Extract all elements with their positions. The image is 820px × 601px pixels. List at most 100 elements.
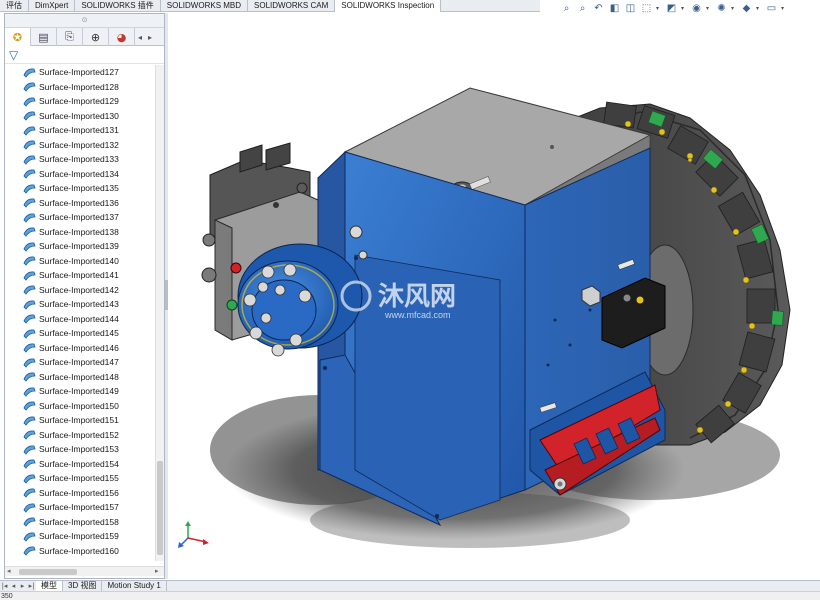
tree-item[interactable]: Surface-Imported157	[23, 500, 119, 514]
tree-item[interactable]: Surface-Imported127	[23, 65, 119, 79]
filter-row: ▽	[5, 46, 164, 64]
tree-item-label: Surface-Imported158	[39, 516, 119, 527]
tab-first-icon[interactable]: |◂	[0, 581, 9, 591]
tree-item-label: Surface-Imported153	[39, 444, 119, 454]
bottom-tab[interactable]: 模型	[36, 581, 63, 591]
edit-appearance-icon[interactable]: ✺	[715, 2, 728, 15]
tree-item[interactable]: Surface-Imported155	[23, 471, 119, 485]
tree-item[interactable]: Surface-Imported150	[23, 399, 119, 413]
tree-item[interactable]: Surface-Imported141	[23, 268, 119, 282]
tab-prev-icon[interactable]: ◂	[9, 581, 18, 591]
tree-item[interactable]: Surface-Imported138	[23, 225, 119, 239]
tree-item-label: Surface-Imported132	[39, 139, 119, 150]
tree-item[interactable]: Surface-Imported151	[23, 413, 119, 427]
zoom-to-fit-icon[interactable]: ⌕	[560, 2, 573, 15]
tree-item-label: Surface-Imported155	[39, 473, 119, 483]
dropdown-caret-icon[interactable]: ▾	[656, 5, 662, 12]
display-manager-tab[interactable]: ◕	[109, 28, 135, 46]
command-tab[interactable]: SOLIDWORKS Inspection	[335, 0, 442, 12]
command-tab[interactable]: SOLIDWORKS 插件	[75, 0, 161, 12]
property-manager-tab[interactable]: ▤	[31, 28, 57, 46]
tree-vertical-scrollbar[interactable]	[155, 65, 164, 561]
dynamic-annotation-icon[interactable]: ◫	[624, 2, 637, 15]
tree-item-label: Surface-Imported136	[39, 197, 119, 208]
tree-item[interactable]: Surface-Imported156	[23, 486, 119, 500]
imported-surface-icon	[23, 386, 36, 397]
tree-item[interactable]: Surface-Imported142	[23, 283, 119, 297]
tree-item[interactable]: Surface-Imported149	[23, 384, 119, 398]
tree-item[interactable]: Surface-Imported148	[23, 370, 119, 384]
command-tab[interactable]: 评估	[0, 0, 29, 12]
filter-icon[interactable]: ▽	[9, 48, 23, 62]
dropdown-caret-icon[interactable]: ▾	[756, 5, 762, 12]
section-view-icon[interactable]: ◧	[608, 2, 621, 15]
configuration-manager-tab[interactable]: ⎘	[57, 28, 83, 46]
tree-horizontal-scrollbar[interactable]: ◂ ▸	[5, 566, 164, 576]
status-bar: 350	[0, 591, 820, 600]
panel-grip[interactable]: ⊙	[5, 14, 164, 28]
tree-item[interactable]: Surface-Imported130	[23, 109, 119, 123]
view-settings-icon[interactable]: ▭	[765, 2, 778, 15]
tree-item[interactable]: Surface-Imported137	[23, 210, 119, 224]
bottom-tab[interactable]: 3D 视图	[63, 581, 103, 591]
tree-item-label: Surface-Imported159	[39, 531, 119, 541]
tab-last-icon[interactable]: ▸|	[27, 581, 36, 591]
imported-surface-icon	[23, 328, 36, 339]
graphics-viewport[interactable]: 沐风网 www.mfcad.com	[168, 14, 820, 580]
imported-surface-icon	[23, 111, 36, 121]
tree-item[interactable]: Surface-Imported140	[23, 254, 119, 268]
view-orientation-icon[interactable]: ⬚	[640, 2, 653, 15]
tree-item[interactable]: Surface-Imported134	[23, 167, 119, 181]
scroll-right-icon[interactable]: ▸	[155, 567, 159, 575]
tree-item[interactable]: Surface-Imported129	[23, 94, 119, 108]
bottom-tab[interactable]: Motion Study 1	[102, 581, 167, 591]
tree-vertical-scrollbar-thumb[interactable]	[157, 461, 163, 555]
tree-item[interactable]: Surface-Imported153	[23, 442, 119, 456]
panel-tabs-left-icon[interactable]: ◂	[135, 28, 145, 46]
tree-item-label: Surface-Imported128	[39, 81, 119, 92]
previous-view-icon[interactable]: ↶	[592, 2, 605, 15]
tree-item[interactable]: Surface-Imported154	[23, 457, 119, 471]
tree-item[interactable]: Surface-Imported139	[23, 239, 119, 253]
imported-surface-icon	[23, 82, 36, 92]
command-tab[interactable]: DimXpert	[29, 0, 76, 12]
panel-tabs: ✪ ▤ ⎘ ⊕ ◕ ◂ ▸	[5, 28, 164, 46]
hide-show-items-icon[interactable]: ◉	[690, 2, 703, 15]
panel-tabs-right-icon[interactable]: ▸	[145, 28, 155, 46]
tree-item[interactable]: Surface-Imported144	[23, 312, 119, 326]
tree-item-label: Surface-Imported134	[39, 168, 119, 179]
tree-item[interactable]: Surface-Imported146	[23, 341, 119, 355]
tree-item[interactable]: Surface-Imported152	[23, 428, 119, 442]
tree-item[interactable]: Surface-Imported160	[23, 544, 119, 558]
display-style-icon[interactable]: ◩	[665, 2, 678, 15]
feature-manager-tab[interactable]: ✪	[5, 28, 31, 46]
tree-item[interactable]: Surface-Imported159	[23, 529, 119, 543]
feature-tree-icon: ✪	[12, 30, 23, 44]
tree-item[interactable]: Surface-Imported136	[23, 196, 119, 210]
dropdown-caret-icon[interactable]: ▾	[681, 5, 687, 12]
scroll-left-icon[interactable]: ◂	[7, 567, 11, 575]
tree-item[interactable]: Surface-Imported147	[23, 355, 119, 369]
command-tab[interactable]: SOLIDWORKS MBD	[161, 0, 249, 12]
dropdown-caret-icon[interactable]: ▾	[706, 5, 712, 12]
tree-item[interactable]: Surface-Imported133	[23, 152, 119, 166]
dropdown-caret-icon[interactable]: ▾	[781, 5, 787, 12]
tab-next-icon[interactable]: ▸	[18, 581, 27, 591]
tree-horizontal-scrollbar-thumb[interactable]	[19, 569, 77, 575]
tree-item-label: Surface-Imported135	[39, 183, 119, 193]
tree-item[interactable]: Surface-Imported158	[23, 515, 119, 529]
tree-item[interactable]: Surface-Imported135	[23, 181, 119, 195]
tree-item-label: Surface-Imported133	[39, 154, 119, 164]
tree-item-label: Surface-Imported151	[39, 415, 119, 425]
tree-item[interactable]: Surface-Imported132	[23, 138, 119, 152]
tree-item[interactable]: Surface-Imported143	[23, 297, 119, 311]
apply-scene-icon[interactable]: ◆	[740, 2, 753, 15]
zoom-to-area-icon[interactable]: ⌕	[576, 2, 589, 15]
tree-item[interactable]: Surface-Imported128	[23, 80, 119, 94]
dimxpert-manager-tab[interactable]: ⊕	[83, 28, 109, 46]
tree-item[interactable]: Surface-Imported145	[23, 326, 119, 340]
tree-item[interactable]: Surface-Imported131	[23, 123, 119, 137]
dropdown-caret-icon[interactable]: ▾	[731, 5, 737, 12]
command-tab[interactable]: SOLIDWORKS CAM	[248, 0, 336, 12]
imported-surface-icon	[23, 212, 36, 223]
